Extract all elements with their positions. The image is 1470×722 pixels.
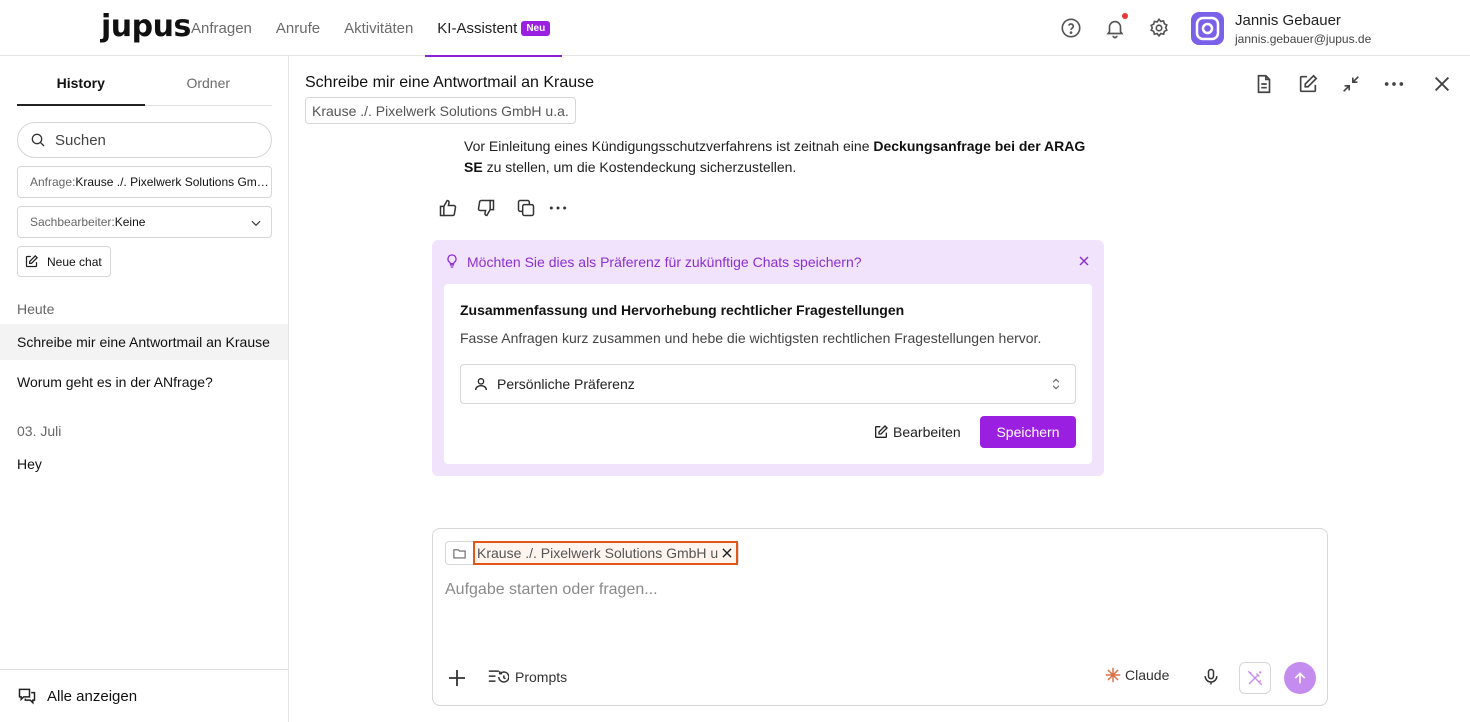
nav-ki-assistent[interactable]: KI-Assistent Neu — [425, 0, 563, 57]
preference-description: Fasse Anfragen kurz zusammen und hebe di… — [460, 330, 1042, 346]
message-input[interactable]: Aufgabe starten oder fragen... — [445, 581, 658, 599]
preference-question: Möchten Sie dies als Präferenz für zukün… — [467, 254, 862, 270]
chat-title: Schreibe mir eine Antwortmail an Krause — [305, 74, 595, 91]
arrow-up-icon — [1294, 672, 1306, 684]
edit-preference-button[interactable]: Bearbeiten — [873, 416, 961, 448]
more-icon[interactable] — [1383, 73, 1405, 95]
new-badge: Neu — [521, 20, 551, 36]
avatar[interactable] — [1191, 12, 1224, 45]
nav-ki-assistent-label: KI-Assistent — [437, 19, 518, 37]
preference-suggestion-card: Möchten Sie dies als Präferenz für zukün… — [432, 240, 1104, 476]
thumbs-up-icon[interactable] — [438, 198, 458, 218]
sidebar: History Ordner Suchen Anfrage: Krause ./… — [0, 56, 289, 722]
close-icon[interactable] — [1431, 73, 1453, 95]
claude-icon — [1105, 667, 1121, 683]
chat-history-item[interactable]: Worum geht es in der ANfrage? — [0, 364, 288, 400]
preference-scope-select[interactable]: Persönliche Präferenz — [460, 364, 1076, 404]
copy-icon[interactable] — [516, 198, 536, 218]
preference-heading: Zusammenfassung und Hervorhebung rechtli… — [460, 302, 905, 318]
context-chip-label: Krause ./. Pixelwerk Solutions GmbH u — [473, 541, 739, 565]
user-email: jannis.gebauer@jupus.de — [1235, 32, 1372, 46]
model-selector[interactable]: Claude — [1105, 667, 1169, 683]
sachbearbeiter-filter-key: Sachbearbeiter: — [30, 215, 115, 229]
chat-history-item[interactable]: Hey — [0, 446, 288, 482]
show-all-label: Alle anzeigen — [47, 687, 138, 705]
plus-icon[interactable] — [445, 666, 469, 690]
tab-history[interactable]: History — [17, 56, 145, 106]
send-button[interactable] — [1284, 662, 1316, 694]
nav-aktivitaeten[interactable]: Aktivitäten — [344, 0, 413, 56]
chevron-down-icon — [251, 220, 261, 227]
close-icon[interactable] — [1076, 253, 1092, 269]
prompts-icon — [488, 670, 509, 683]
gear-icon[interactable] — [1148, 17, 1170, 39]
preference-scope-value: Persönliche Präferenz — [497, 376, 635, 392]
message-text: zu stellen, um die Kostendeckung sicherz… — [482, 159, 797, 175]
edit-preference-label: Bearbeiten — [893, 424, 961, 440]
search-input[interactable]: Suchen — [17, 122, 272, 158]
thumbs-down-icon[interactable] — [476, 198, 496, 218]
sachbearbeiter-filter-value: Keine — [114, 215, 146, 229]
search-placeholder: Suchen — [55, 131, 106, 149]
document-icon[interactable] — [1253, 73, 1275, 95]
save-preference-button[interactable]: Speichern — [980, 416, 1076, 448]
edit-icon — [25, 254, 39, 268]
lightbulb-icon — [444, 252, 460, 270]
context-chip-text: Krause ./. Pixelwerk Solutions GmbH u — [477, 545, 719, 561]
prompts-button[interactable]: Prompts — [487, 667, 567, 687]
anfrage-filter-value: Krause ./. Pixelwerk Solutions GmbH u.a. — [75, 175, 271, 189]
show-all-button[interactable]: Alle anzeigen — [0, 669, 288, 722]
bell-icon[interactable] — [1104, 17, 1126, 39]
chat-composer: Krause ./. Pixelwerk Solutions GmbH u Au… — [432, 528, 1328, 706]
nav-anrufe[interactable]: Anrufe — [276, 0, 320, 56]
anfrage-filter-key: Anfrage: — [30, 175, 76, 189]
tab-ordner[interactable]: Ordner — [145, 56, 273, 105]
microphone-icon[interactable] — [1201, 667, 1221, 687]
top-bar: jupus Anfragen Anrufe Aktivitäten KI-Ass… — [0, 0, 1470, 57]
minimize-icon[interactable] — [1340, 73, 1362, 95]
edit-icon[interactable] — [1297, 73, 1319, 95]
section-03-juli: 03. Juli — [17, 423, 62, 439]
new-chat-label: Neue chat — [47, 254, 102, 269]
chat-bubbles-icon — [18, 688, 36, 705]
context-chip[interactable]: Krause ./. Pixelwerk Solutions GmbH u — [445, 541, 740, 565]
sachbearbeiter-filter[interactable]: Sachbearbeiter: Keine — [17, 206, 272, 238]
model-label: Claude — [1125, 667, 1170, 683]
sidebar-tabs: History Ordner — [17, 56, 272, 106]
message-text: Vor Einleitung eines Kündigungsschutzver… — [464, 138, 874, 154]
chevron-updown-icon — [1052, 378, 1060, 390]
chat-history-item[interactable]: Schreibe mir eine Antwortmail an Krause — [0, 324, 288, 360]
main-nav: Anfragen Anrufe Aktivitäten KI-Assistent… — [191, 0, 586, 57]
anfrage-filter[interactable]: Anfrage: Krause ./. Pixelwerk Solutions … — [17, 166, 272, 198]
magic-wand-button[interactable] — [1239, 662, 1271, 694]
user-icon — [475, 378, 487, 391]
notification-dot — [1122, 13, 1128, 19]
new-chat-button[interactable]: Neue chat — [17, 246, 111, 277]
nav-anfragen[interactable]: Anfragen — [191, 0, 252, 56]
help-icon[interactable] — [1060, 17, 1082, 39]
close-icon[interactable] — [720, 546, 734, 560]
edit-icon — [875, 425, 888, 438]
search-icon — [31, 133, 45, 147]
assistant-message: Vor Einleitung eines Kündigungsschutzver… — [464, 136, 1094, 178]
more-icon[interactable] — [548, 198, 568, 218]
folder-icon — [453, 548, 466, 558]
user-name[interactable]: Jannis Gebauer — [1235, 12, 1341, 29]
magic-wand-icon — [1247, 670, 1263, 686]
case-chip[interactable]: Krause ./. Pixelwerk Solutions GmbH u.a. — [305, 97, 576, 124]
jupus-logo[interactable]: jupus — [101, 12, 191, 42]
prompts-label: Prompts — [515, 669, 568, 685]
preference-detail: Zusammenfassung und Hervorhebung rechtli… — [444, 284, 1092, 464]
section-heute: Heute — [17, 301, 55, 317]
